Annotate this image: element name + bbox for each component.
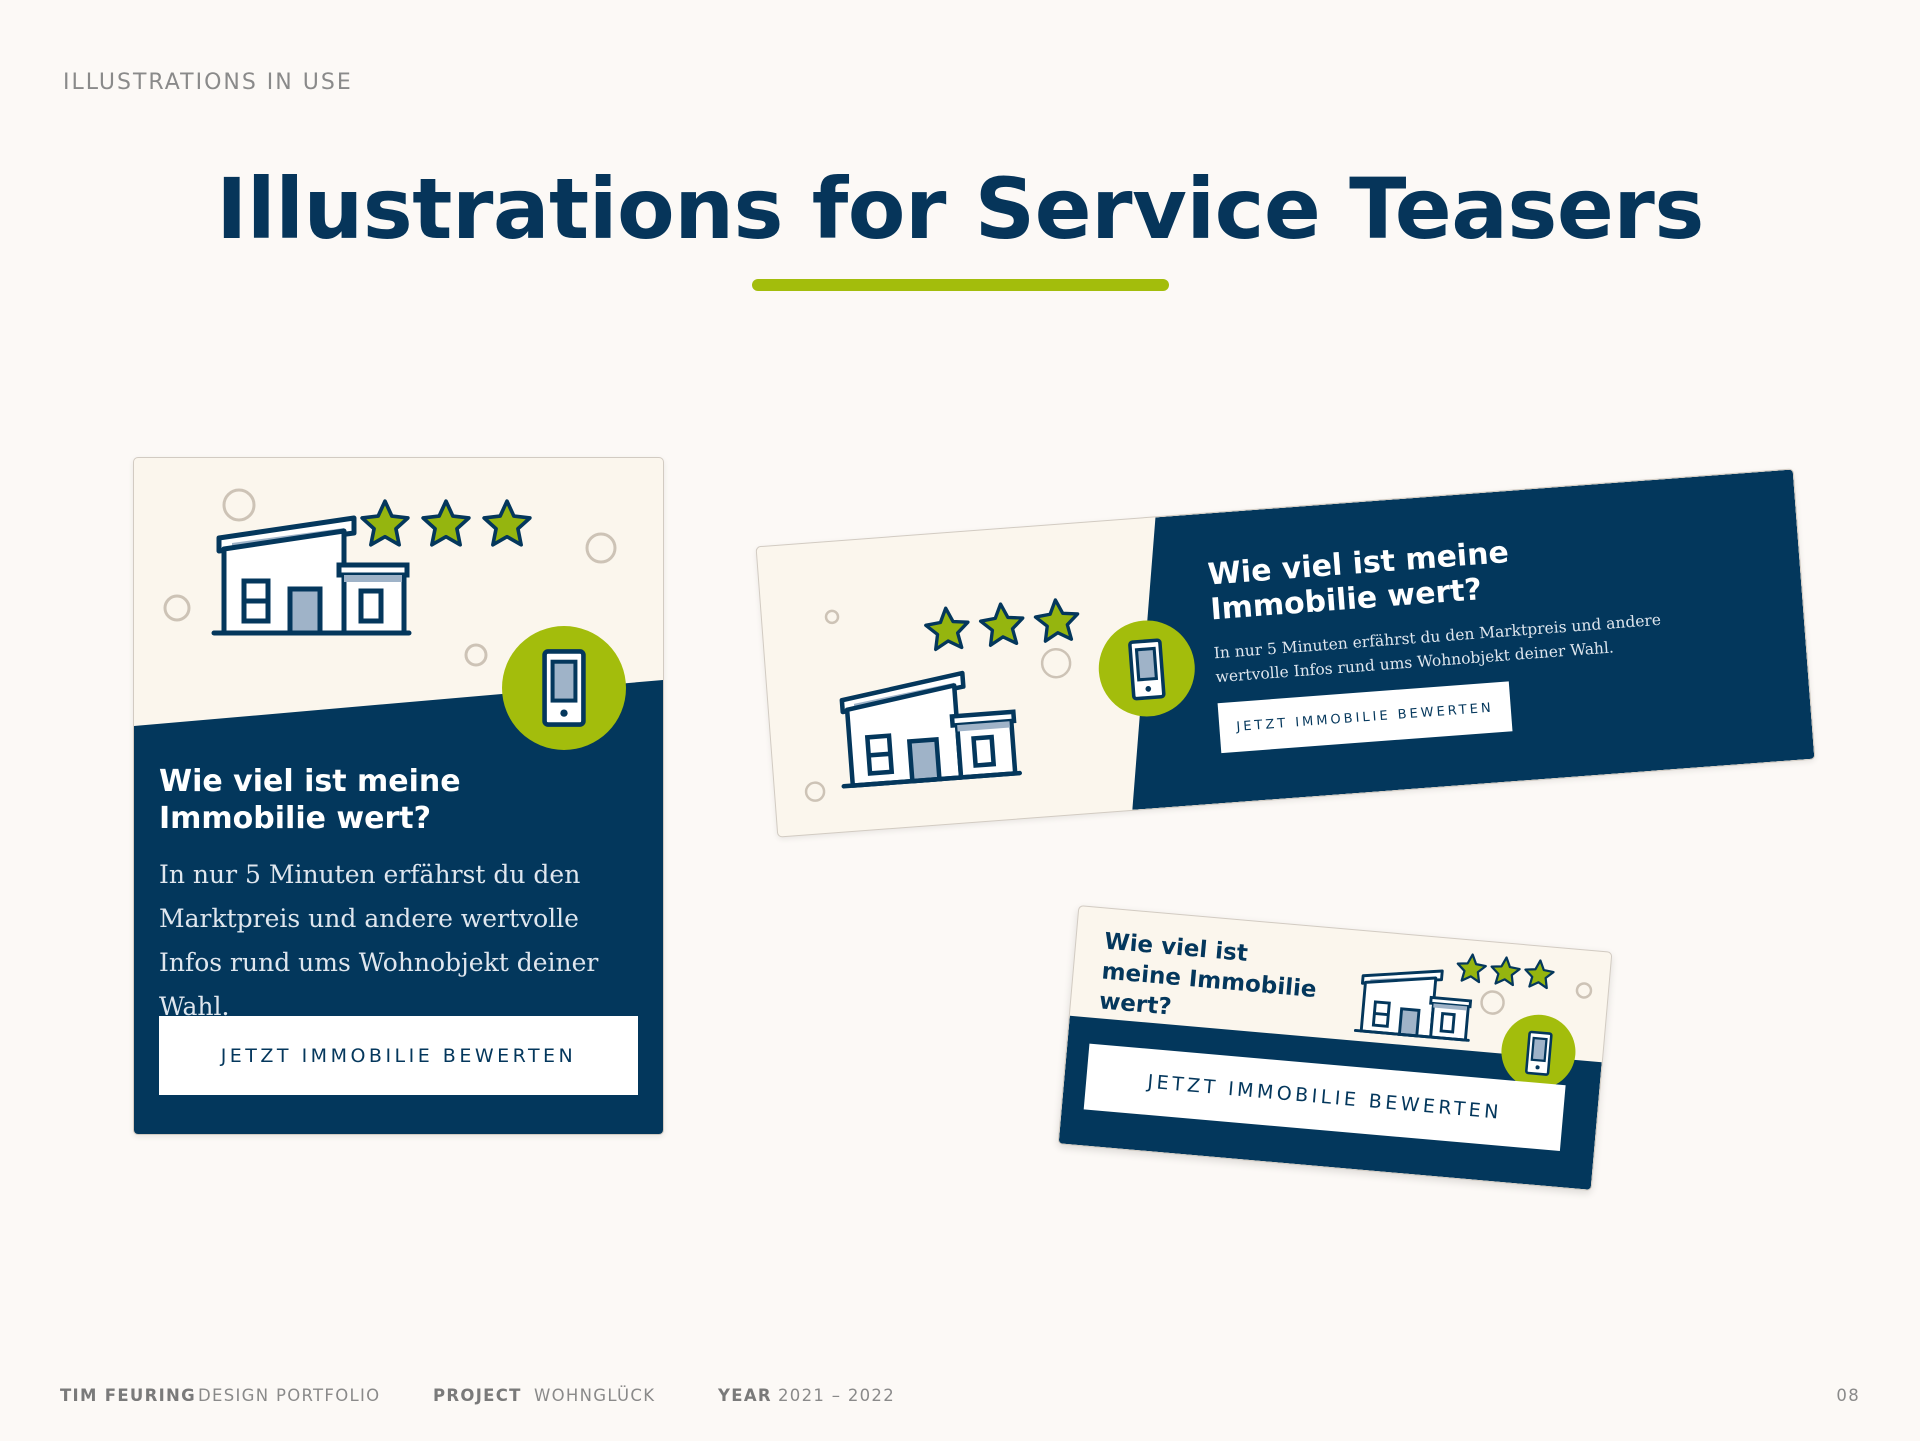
- footer-project-value: WOHNGLÜCK: [534, 1386, 656, 1405]
- teaser-card-small: Wie viel ist meine Immobilie wert? JETZT…: [1057, 905, 1613, 1191]
- circle-bubble-icon: [222, 488, 256, 522]
- star-icon: [1455, 952, 1488, 984]
- star-icon: [977, 600, 1027, 648]
- star-icon: [482, 499, 532, 547]
- circle-bubble-icon: [163, 594, 191, 622]
- circle-bubble-icon: [1480, 990, 1505, 1015]
- footer-author: TIM FEURING: [60, 1386, 196, 1405]
- page-title: Illustrations for Service Teasers: [216, 160, 1704, 258]
- star-icon: [1489, 955, 1522, 987]
- teaser-card-vertical: Wie viel ist meine Immobilie wert? In nu…: [133, 457, 664, 1135]
- star-icon: [1522, 958, 1556, 990]
- teaser-heading: Wie viel ist meine Immobilie wert?: [159, 764, 461, 836]
- footer-year-value: 2021 – 2022: [778, 1386, 896, 1405]
- footer-project-key: PROJECT: [433, 1386, 522, 1405]
- circle-bubble-icon: [804, 781, 826, 802]
- section-label: ILLUSTRATIONS IN USE: [63, 70, 353, 95]
- evaluate-property-button[interactable]: JETZT IMMOBILIE BEWERTEN: [159, 1016, 638, 1095]
- circle-bubble-icon: [464, 643, 488, 667]
- circle-bubble-icon: [585, 532, 617, 564]
- circle-bubble-icon: [1575, 982, 1593, 999]
- house-icon: [1353, 962, 1476, 1042]
- teaser-illustration: [163, 488, 626, 750]
- house-icon: [836, 669, 1020, 786]
- smartphone-icon: [1524, 1030, 1553, 1077]
- star-icon: [1032, 596, 1082, 644]
- teaser-text: In nur 5 Minuten erfährst du den Marktpr…: [159, 860, 599, 1021]
- title-underline: [752, 279, 1169, 291]
- star-icon: [922, 604, 972, 652]
- star-icon: [360, 499, 410, 547]
- footer-year-key: YEAR: [718, 1386, 772, 1405]
- smartphone-icon: [1127, 638, 1166, 701]
- circle-bubble-icon: [1040, 647, 1072, 679]
- page-number: 08: [1836, 1386, 1860, 1405]
- teaser-card-wide: Wie viel ist meine Immobilie wert? In nu…: [755, 468, 1816, 838]
- footer-author-value: DESIGN PORTFOLIO: [198, 1386, 381, 1405]
- star-icon: [421, 499, 471, 547]
- smartphone-icon: [545, 651, 584, 724]
- circle-bubble-icon: [824, 609, 840, 625]
